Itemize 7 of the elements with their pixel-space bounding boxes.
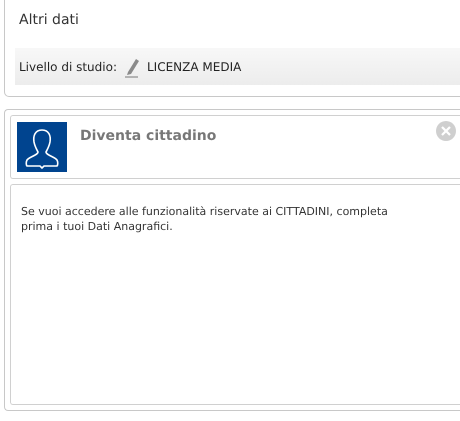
person-avatar-icon: [17, 122, 67, 172]
section-title: Altri dati: [19, 12, 80, 30]
field-label: Livello di studio:: [19, 60, 117, 74]
close-button[interactable]: [436, 121, 456, 141]
panel-title: Diventa cittadino: [80, 128, 216, 146]
field-value: LICENZA MEDIA: [147, 60, 242, 74]
message-text: Se vuoi accedere alle funzionalità riservate ai CITTADINI, completa prima i tuoi Dati Anagrafici.: [21, 204, 389, 234]
